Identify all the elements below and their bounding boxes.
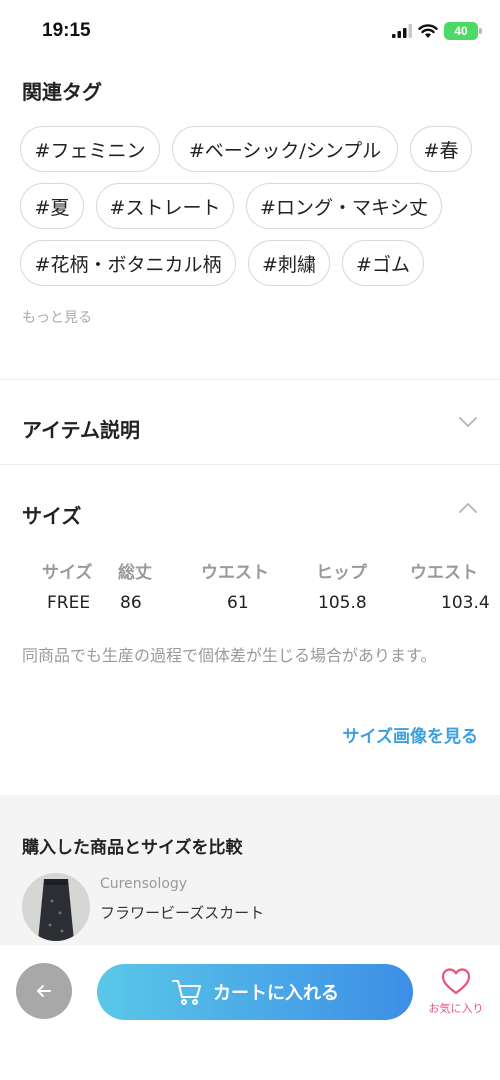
- add-to-cart-label: カートに入れる: [213, 983, 339, 1004]
- compare-brand: Curensology: [100, 876, 188, 892]
- battery-icon: 40: [444, 22, 482, 40]
- size-image-link[interactable]: サイズ画像を見る: [343, 722, 479, 747]
- heart-icon: [441, 968, 471, 995]
- tag-chip[interactable]: #フェミニン: [20, 126, 160, 172]
- size-header: サイズ: [42, 563, 93, 583]
- tag-chip[interactable]: #刺繍: [248, 240, 330, 286]
- chevron-down-icon: [459, 417, 477, 427]
- tag-chip[interactable]: #春: [410, 126, 472, 172]
- wifi-icon: [418, 23, 438, 38]
- back-button[interactable]: [16, 963, 72, 1019]
- size-header: ウエスト: [410, 563, 478, 583]
- size-value: 86: [120, 593, 142, 613]
- favorite-button[interactable]: お気に入り: [420, 966, 492, 1026]
- tags-section-title: 関連タグ: [22, 80, 102, 104]
- size-header: 総丈: [118, 563, 152, 583]
- size-value: 61: [227, 593, 249, 613]
- size-value: 105.8: [318, 593, 367, 613]
- size-note: 同商品でも生産の過程で個体差が生じる場合があります。: [22, 646, 437, 665]
- size-table: サイズ 総丈 ウエスト ヒップ ウエスト FREE 86 61 105.8 10…: [0, 556, 500, 616]
- size-header: ウエスト: [201, 563, 269, 583]
- add-to-cart-button[interactable]: カートに入れる: [97, 964, 413, 1020]
- tag-chip[interactable]: #ストレート: [96, 183, 234, 229]
- size-section-header[interactable]: サイズ: [0, 465, 500, 545]
- item-description-title: アイテム説明: [22, 418, 140, 442]
- cart-icon: [172, 980, 201, 1005]
- status-time: 19:15: [42, 20, 91, 41]
- size-section-title: サイズ: [22, 504, 82, 528]
- size-value: 103.4: [441, 593, 490, 613]
- item-description-header[interactable]: アイテム説明: [0, 380, 500, 464]
- compare-product-name[interactable]: フラワービーズスカート: [100, 902, 264, 923]
- compare-section-title: 購入した商品とサイズを比較: [22, 838, 243, 858]
- skirt-image: [22, 873, 90, 941]
- tag-chip[interactable]: #ベーシック/シンプル: [172, 126, 398, 172]
- tag-chip[interactable]: #ゴム: [342, 240, 424, 286]
- signal-icon: [392, 24, 412, 38]
- compare-product-thumbnail[interactable]: [22, 873, 90, 941]
- status-bar: 19:15 40: [0, 0, 500, 60]
- tag-chip[interactable]: #ロング・マキシ丈: [246, 183, 442, 229]
- tag-chip[interactable]: #夏: [20, 183, 84, 229]
- size-value: FREE: [47, 593, 91, 613]
- battery-level: 40: [454, 24, 468, 38]
- size-header: ヒップ: [316, 563, 367, 583]
- status-icons: 40: [392, 22, 482, 40]
- back-arrow-icon: [37, 985, 51, 997]
- more-tags-link[interactable]: もっと見る: [22, 307, 92, 327]
- favorite-label: お気に入り: [428, 1002, 484, 1015]
- chevron-up-icon: [459, 503, 477, 513]
- tag-chip[interactable]: #花柄・ボタニカル柄: [20, 240, 236, 286]
